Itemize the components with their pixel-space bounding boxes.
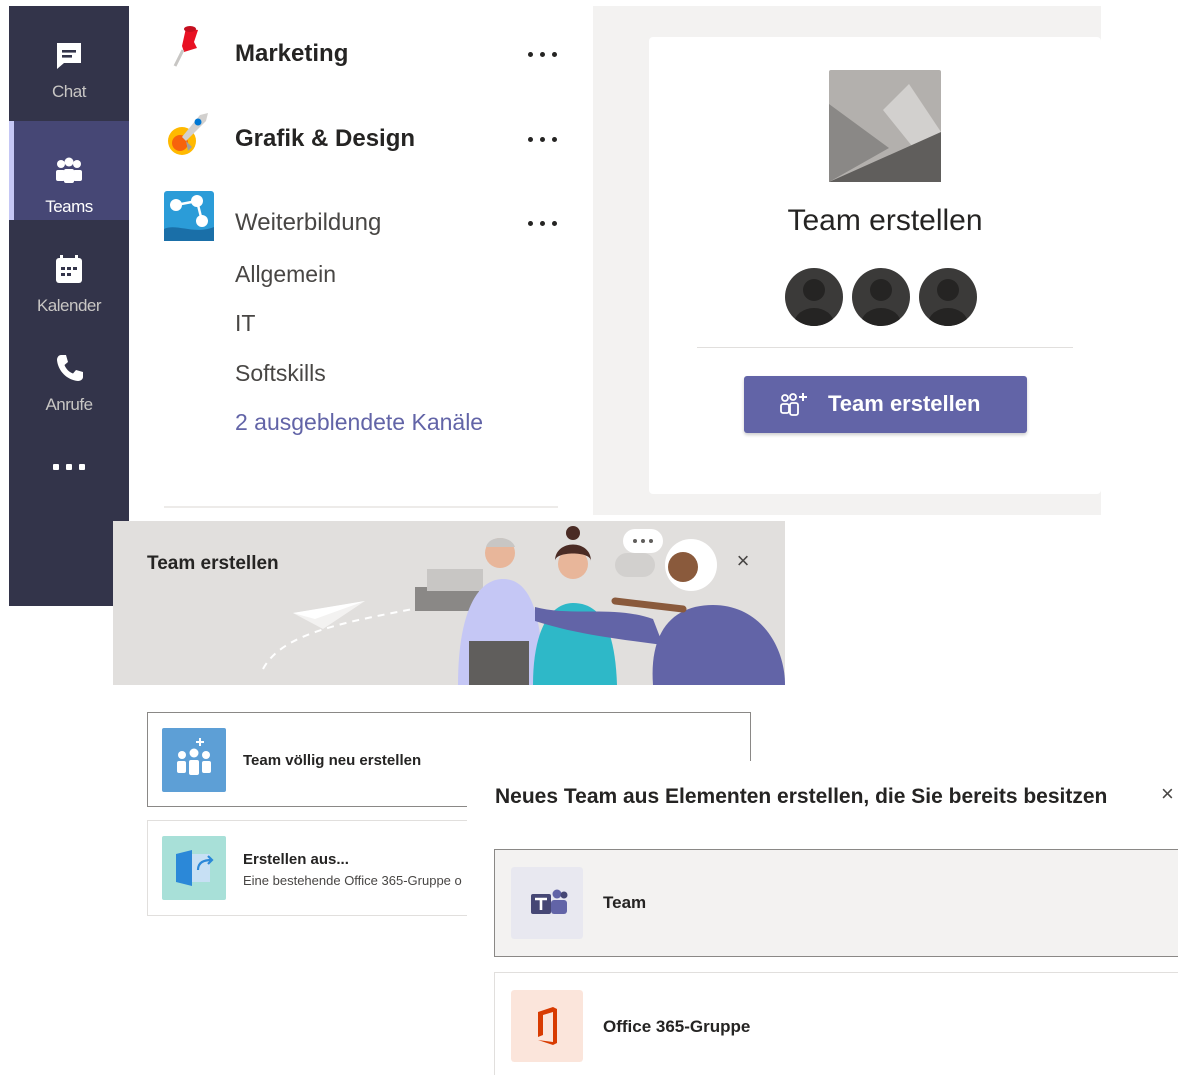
option-label: Team: [603, 893, 647, 912]
create-team-button[interactable]: Team erstellen: [744, 376, 1027, 433]
option-label: Office 365-Gruppe: [603, 1017, 751, 1036]
card-title: Team erstellen: [787, 204, 983, 237]
option-subtitle: Eine bestehende Office 365-Gruppe o: [243, 873, 462, 888]
create-team-button-label: Team erstellen: [828, 391, 981, 416]
rail-item-teams[interactable]: Teams: [9, 121, 129, 220]
team-row-marketing[interactable]: Marketing: [164, 14, 564, 78]
create-from-panel: Neues Team aus Elementen erstellen, die …: [467, 761, 1178, 1075]
channel-allgemein[interactable]: Allgemein: [235, 261, 336, 288]
team-row-grafik-design[interactable]: Grafik & Design: [164, 99, 564, 163]
new-team-icon: [162, 728, 226, 792]
rail-item-calendar[interactable]: Kalender: [9, 220, 129, 319]
team-name: Marketing: [235, 40, 349, 67]
team-name: Weiterbildung: [235, 209, 382, 236]
panel-title: Neues Team aus Elementen erstellen, die …: [495, 785, 1108, 808]
hidden-channels-link[interactable]: 2 ausgeblendete Kanäle: [235, 409, 483, 436]
phone-icon: [57, 355, 83, 381]
more-options-icon[interactable]: [528, 221, 558, 231]
teams-logo-icon: [511, 867, 583, 939]
network-icon: [164, 191, 214, 241]
rocket-icon: [168, 113, 208, 155]
add-people-icon: [780, 393, 807, 416]
channel-it[interactable]: IT: [235, 310, 255, 337]
close-icon[interactable]: ×: [733, 550, 753, 572]
team-list: Marketing Grafik & Design Weiterbildung: [129, 6, 593, 521]
create-from-icon: [162, 836, 226, 900]
rail-label-calendar: Kalender: [36, 296, 102, 315]
divider: [164, 506, 558, 508]
avatar: [919, 268, 977, 326]
rail-label-teams: Teams: [45, 197, 93, 216]
team-placeholder-image: [829, 70, 941, 182]
illustration-people: [262, 526, 785, 685]
teams-icon: [56, 157, 82, 183]
calendar-icon: [56, 255, 82, 283]
people-avatars: [785, 268, 985, 326]
avatar: [852, 268, 910, 326]
option-title: Team völlig neu erstellen: [243, 752, 422, 769]
channel-softskills[interactable]: Softskills: [235, 360, 326, 387]
rail-label-calls: Anrufe: [45, 395, 93, 414]
option-team[interactable]: Team: [494, 849, 1178, 957]
more-options-icon[interactable]: [528, 137, 558, 147]
rail-item-calls[interactable]: Anrufe: [9, 319, 129, 418]
rail-label-chat: Chat: [52, 82, 86, 101]
team-name: Grafik & Design: [235, 125, 416, 152]
option-title: Erstellen aus...: [243, 851, 349, 868]
chat-icon: [57, 43, 81, 69]
office-logo-icon: [511, 990, 583, 1062]
more-options-icon[interactable]: [528, 52, 558, 62]
team-row-weiterbildung[interactable]: Weiterbildung: [164, 183, 564, 247]
avatar: [785, 268, 843, 326]
create-team-card: Team erstellen Team erstellen: [649, 37, 1101, 494]
rail-item-chat[interactable]: Chat: [9, 6, 129, 105]
close-icon[interactable]: ×: [1161, 781, 1178, 806]
divider: [697, 347, 1073, 348]
app-rail: Chat Teams Kalender Anrufe: [9, 6, 129, 606]
dialog-header: Team erstellen ×: [113, 521, 785, 685]
pushpin-icon: [164, 22, 214, 72]
option-office-365-group[interactable]: Office 365-Gruppe: [494, 972, 1178, 1075]
more-icon[interactable]: [49, 452, 89, 482]
